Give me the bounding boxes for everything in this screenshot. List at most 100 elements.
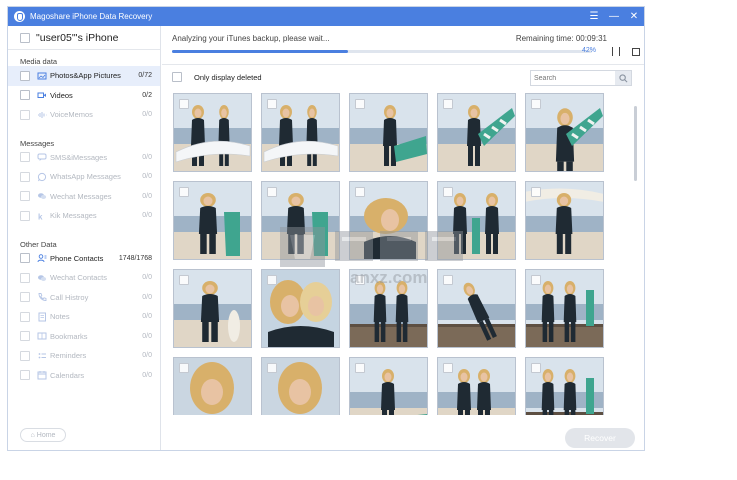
photo-checkbox[interactable]: [355, 99, 365, 109]
photo-thumbnail[interactable]: [437, 93, 516, 172]
sidebar-sections: Media data Photos&App Pictures 0/72 Videos 0…: [8, 53, 160, 385]
photo-thumbnail[interactable]: [261, 181, 340, 260]
sidebar-item-kik-messages[interactable]: k Kik Messages 0/0: [8, 206, 160, 226]
photo-thumbnail[interactable]: [437, 357, 516, 415]
photo-thumbnail[interactable]: [349, 181, 428, 260]
menu-icon[interactable]: ☰: [584, 7, 604, 26]
sidebar-item-checkbox[interactable]: [20, 350, 30, 361]
photo-thumbnail[interactable]: [525, 93, 604, 172]
sidebar-item-checkbox[interactable]: [20, 331, 30, 342]
sidebar-item-reminders[interactable]: Reminders 0/0: [8, 346, 160, 366]
sidebar-item-calendars[interactable]: Calendars 0/0: [8, 366, 160, 386]
divider: [162, 64, 644, 65]
sidebar-item-checkbox[interactable]: [20, 210, 30, 221]
pause-icon[interactable]: [612, 47, 620, 56]
phone-icon: [37, 292, 47, 302]
photo-checkbox[interactable]: [267, 363, 277, 373]
progress-percent: 42%: [582, 47, 597, 54]
sidebar-item-checkbox[interactable]: [20, 272, 30, 283]
photo-thumbnail[interactable]: [437, 181, 516, 260]
sidebar-item-checkbox[interactable]: [20, 152, 30, 163]
device-name: "user05"'s iPhone: [36, 31, 119, 44]
close-icon[interactable]: ✕: [624, 7, 644, 26]
photo-checkbox[interactable]: [267, 275, 277, 285]
sidebar-item-checkbox[interactable]: [20, 70, 30, 81]
photo-checkbox[interactable]: [355, 275, 365, 285]
photo-checkbox[interactable]: [443, 187, 453, 197]
sidebar-item-checkbox[interactable]: [20, 171, 30, 182]
sidebar-item-wechat-messages[interactable]: Wechat Messages 0/0: [8, 187, 160, 207]
sidebar-item-notes[interactable]: Notes 0/0: [8, 307, 160, 327]
sidebar-item-whatsapp-messages[interactable]: WhatsApp Messages 0/0: [8, 167, 160, 187]
sidebar-item-count: 0/0: [142, 212, 152, 220]
sidebar-item-label: Kik Messages: [50, 211, 97, 221]
search-icon[interactable]: [615, 71, 631, 85]
photo-checkbox[interactable]: [531, 275, 541, 285]
sidebar-item-videos[interactable]: Videos 0/2: [8, 86, 160, 106]
photo-thumbnail[interactable]: [437, 269, 516, 348]
photo-checkbox[interactable]: [443, 363, 453, 373]
sidebar-item-checkbox[interactable]: [20, 370, 30, 381]
photo-checkbox[interactable]: [531, 363, 541, 373]
sidebar-item-phone-contacts[interactable]: Phone Contacts 1748/1768: [8, 249, 160, 269]
photo-checkbox[interactable]: [531, 99, 541, 109]
sidebar-item-checkbox[interactable]: [20, 109, 30, 120]
photo-checkbox[interactable]: [179, 363, 189, 373]
device-row[interactable]: "user05"'s iPhone: [8, 26, 160, 50]
photo-checkbox[interactable]: [443, 275, 453, 285]
photo-thumbnail[interactable]: [349, 93, 428, 172]
video-icon: [37, 90, 47, 100]
sidebar: "user05"'s iPhone Media data Photos&App P…: [8, 26, 161, 450]
sidebar-item-checkbox[interactable]: [20, 191, 30, 202]
photo-thumbnail[interactable]: [173, 181, 252, 260]
only-deleted-checkbox[interactable]: [172, 72, 182, 82]
minimize-icon[interactable]: —: [604, 7, 624, 26]
app-title: Magoshare iPhone Data Recovery: [30, 12, 153, 21]
home-icon: ⌂: [30, 431, 35, 439]
only-deleted-label: Only display deleted: [194, 72, 262, 82]
photo-checkbox[interactable]: [531, 187, 541, 197]
sidebar-item-label: Call Histroy: [50, 292, 89, 302]
home-button[interactable]: ⌂ Home: [20, 428, 66, 442]
photo-checkbox[interactable]: [179, 275, 189, 285]
photo-thumbnail[interactable]: [173, 357, 252, 415]
photo-thumbnail[interactable]: [261, 269, 340, 348]
photo-thumbnail[interactable]: [349, 357, 428, 415]
sidebar-item-label: Wechat Messages: [50, 191, 112, 201]
sidebar-item-bookmarks[interactable]: Bookmarks 0/0: [8, 327, 160, 347]
photo-thumbnail[interactable]: [173, 269, 252, 348]
search-input[interactable]: [531, 71, 615, 85]
grid-scrollbar[interactable]: [634, 106, 637, 181]
photo-checkbox[interactable]: [355, 363, 365, 373]
photo-thumbnail[interactable]: [261, 357, 340, 415]
photo-checkbox[interactable]: [179, 99, 189, 109]
sidebar-item-voicememos[interactable]: VoiceMemos 0/0: [8, 105, 160, 125]
recover-button[interactable]: Recover: [565, 428, 635, 448]
photo-checkbox[interactable]: [443, 99, 453, 109]
sidebar-item-photos-app-pictures[interactable]: Photos&App Pictures 0/72: [8, 66, 160, 86]
photo-thumbnail[interactable]: [261, 93, 340, 172]
photo-thumbnail[interactable]: [349, 269, 428, 348]
main-panel: Analyzing your iTunes backup, please wai…: [162, 26, 644, 450]
search-box: [530, 70, 632, 86]
sidebar-item-checkbox[interactable]: [20, 311, 30, 322]
sidebar-item-wechat-contacts[interactable]: Wechat Contacts 0/0: [8, 268, 160, 288]
progress-fill: [172, 50, 349, 53]
photo-thumbnail[interactable]: [173, 93, 252, 172]
photo-checkbox[interactable]: [355, 187, 365, 197]
photo-thumbnail[interactable]: [525, 269, 604, 348]
calendar-icon: [37, 370, 47, 380]
photo-thumbnail[interactable]: [525, 357, 604, 415]
photo-thumbnail[interactable]: [525, 181, 604, 260]
sidebar-item-sms-imessages[interactable]: SMS&iMessages 0/0: [8, 148, 160, 168]
sidebar-item-checkbox[interactable]: [20, 253, 30, 264]
sidebar-item-call-histroy[interactable]: Call Histroy 0/0: [8, 288, 160, 308]
photo-checkbox[interactable]: [179, 187, 189, 197]
photo-checkbox[interactable]: [267, 187, 277, 197]
device-checkbox[interactable]: [20, 32, 30, 43]
stop-icon[interactable]: [632, 48, 640, 56]
sidebar-item-label: VoiceMemos: [50, 110, 93, 120]
sidebar-item-checkbox[interactable]: [20, 90, 30, 101]
sidebar-item-checkbox[interactable]: [20, 292, 30, 303]
photo-checkbox[interactable]: [267, 99, 277, 109]
